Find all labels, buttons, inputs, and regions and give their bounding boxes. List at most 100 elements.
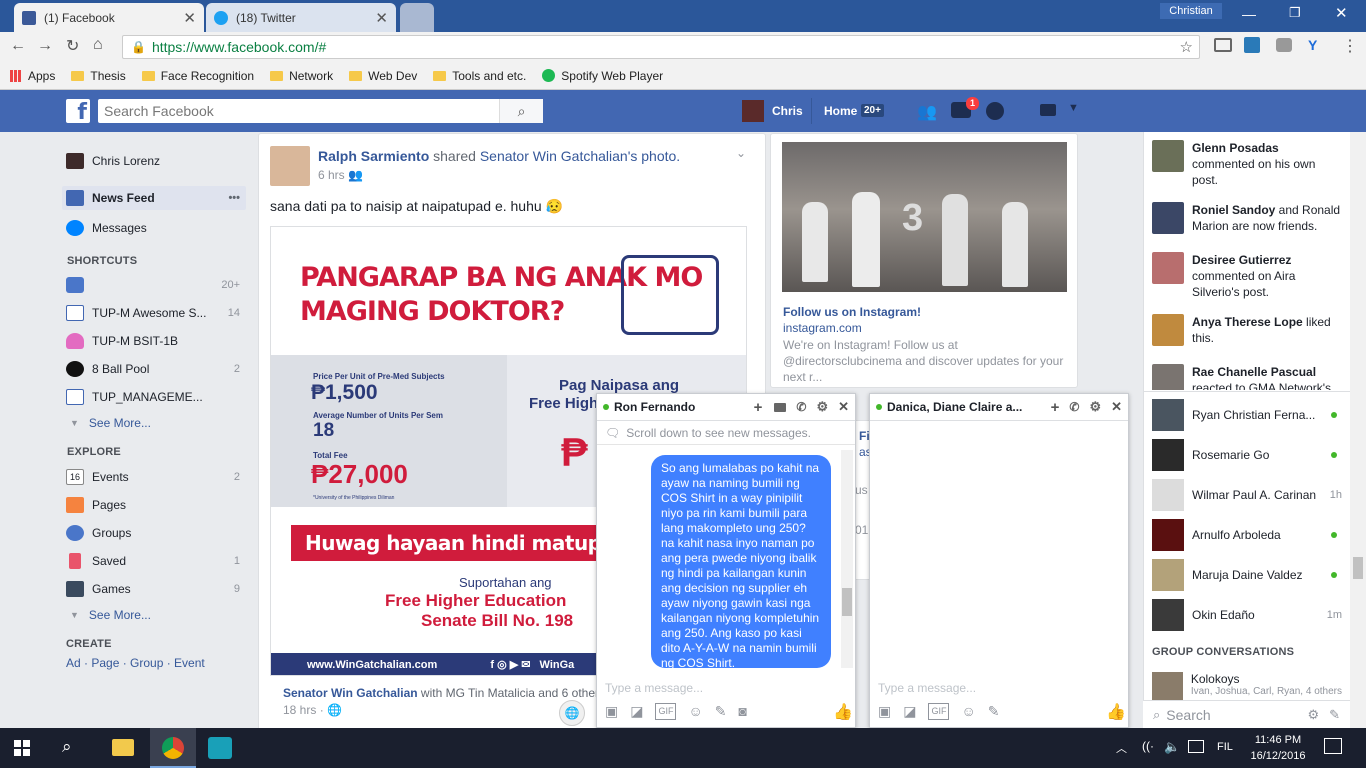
chat-message-input[interactable]: Type a message... — [605, 681, 703, 695]
page-scrollbar-thumb[interactable] — [1353, 557, 1363, 579]
address-bar[interactable]: 🔒 https://www.facebook.com/# ☆ — [122, 35, 1200, 59]
chat-title[interactable]: Ron Fernando — [614, 400, 695, 414]
instagram-ad-image[interactable]: 3 — [782, 142, 1067, 292]
sticker-icon[interactable]: ◪ — [903, 703, 916, 720]
gif-icon[interactable]: GIF — [928, 703, 950, 720]
forward-icon[interactable]: → — [37, 37, 53, 55]
profile-badge[interactable]: Christian — [1160, 3, 1222, 19]
back-icon[interactable]: ← — [10, 37, 26, 55]
search-icon[interactable]: ⌕ — [499, 99, 543, 123]
post-author[interactable]: Ralph Sarmiento — [318, 148, 429, 164]
search-input[interactable]: Search Facebook ⌕ — [98, 99, 543, 123]
account-menu-icon[interactable]: ▼ — [1068, 102, 1079, 114]
bookmark-tools[interactable]: Tools and etc. — [433, 69, 526, 83]
bookmark-thesis[interactable]: Thesis — [71, 69, 126, 83]
ticker-item[interactable]: Anya Therese Lope liked this. — [1152, 314, 1342, 346]
close-window-icon[interactable]: ✕ — [1335, 4, 1348, 22]
bookmark-network[interactable]: Network — [270, 69, 333, 83]
phone-icon[interactable]: ✆ — [796, 400, 806, 414]
header-user-name[interactable]: Chris — [772, 104, 803, 118]
post-source-suffix[interactable]: 's photo. — [628, 148, 681, 164]
sidebar-item-events[interactable]: 16 Events 2 — [66, 468, 240, 486]
bookmark-apps[interactable]: Apps — [10, 69, 55, 83]
close-icon[interactable]: ✕ — [838, 399, 849, 415]
thumbs-up-icon[interactable]: 👍 — [1106, 702, 1126, 722]
close-icon[interactable]: ✕ — [1111, 399, 1122, 415]
emoji-icon[interactable]: ☺ — [688, 703, 702, 720]
chat-title[interactable]: Danica, Diane Claire a... — [887, 400, 1022, 414]
gear-icon[interactable]: ⚙ — [816, 399, 828, 415]
close-tab-icon[interactable]: ✕ — [183, 9, 196, 27]
notifications-globe-icon[interactable] — [986, 102, 1004, 120]
avatar[interactable] — [742, 100, 764, 122]
ticker-item[interactable]: Roniel Sandoy and Ronald Marion are now … — [1152, 202, 1342, 234]
ticker-item[interactable]: Desiree Gutierrez commented on Aira Silv… — [1152, 252, 1342, 300]
contact-item[interactable]: Ryan Christian Ferna... — [1152, 399, 1342, 431]
sidebar-item-messages[interactable]: Messages — [66, 218, 246, 238]
compose-icon[interactable]: ✎ — [1329, 707, 1340, 723]
thumbs-up-icon[interactable]: 👍 — [833, 702, 853, 722]
gear-icon[interactable]: ⚙ — [1089, 399, 1101, 415]
shortcut-item[interactable]: 20+ — [66, 276, 240, 294]
home-link[interactable]: Home — [824, 104, 857, 118]
photo-icon[interactable]: ▣ — [605, 703, 618, 720]
new-tab-button[interactable] — [400, 3, 434, 32]
contact-item[interactable]: Rosemarie Go — [1152, 439, 1342, 471]
gif-icon[interactable]: GIF — [655, 703, 677, 720]
shortcut-item[interactable]: 8 Ball Pool 2 — [66, 360, 240, 378]
chat-scrollbar-thumb[interactable] — [842, 588, 852, 616]
bookmark-web-dev[interactable]: Web Dev — [349, 69, 417, 83]
menu-icon[interactable]: ⋮ — [1342, 36, 1358, 56]
chevron-up-icon[interactable]: ︿ — [1116, 740, 1127, 756]
minimize-icon[interactable]: — — [1242, 6, 1256, 22]
sidebar-item-games[interactable]: Games 9 — [66, 580, 240, 598]
ticker-item[interactable]: Rae Chanelle Pascual reacted to GMA Netw… — [1152, 364, 1342, 390]
add-person-icon[interactable]: + — [1051, 399, 1060, 416]
add-person-icon[interactable]: + — [754, 399, 763, 416]
scroll-hint[interactable]: 🗨 Scroll down to see new messages. — [597, 421, 855, 445]
post-source[interactable]: Senator Win Gatchalian — [480, 148, 628, 164]
network-icon[interactable] — [1188, 740, 1204, 753]
privacy-shortcuts-icon[interactable] — [1040, 104, 1056, 116]
avatar[interactable] — [270, 146, 310, 186]
facebook-logo-icon[interactable]: f — [66, 99, 90, 125]
tab-facebook[interactable]: (1) Facebook ✕ — [14, 3, 204, 32]
sticker-icon[interactable]: ◪ — [630, 703, 643, 720]
see-more-explore[interactable]: ▼ See More... — [70, 606, 240, 624]
clock[interactable]: 11:46 PM 16/12/2016 — [1250, 732, 1306, 764]
video-call-icon[interactable] — [774, 402, 787, 412]
close-tab-icon[interactable]: ✕ — [375, 9, 388, 27]
page-scrollbar[interactable] — [1350, 132, 1366, 728]
ad-domain[interactable]: instagram.com — [783, 321, 862, 335]
wifi-icon[interactable]: ((· — [1142, 739, 1154, 753]
create-links[interactable]: Ad · Page · Group · Event — [66, 656, 205, 670]
photo-icon[interactable]: ▣ — [878, 703, 891, 720]
shortcut-item[interactable]: TUP-M Awesome S... 14 — [66, 304, 240, 322]
action-center-icon[interactable] — [1324, 738, 1342, 754]
extension-icon[interactable] — [1276, 38, 1292, 52]
friend-requests-icon[interactable]: 👥 — [917, 102, 937, 122]
shared-time[interactable]: 18 hrs · 🌐 — [283, 703, 342, 717]
tab-twitter[interactable]: (18) Twitter ✕ — [206, 3, 396, 32]
extension-icon[interactable] — [1244, 37, 1260, 53]
phone-icon[interactable]: ✆ — [1069, 400, 1079, 414]
search-icon[interactable]: ⌕ — [62, 737, 72, 757]
gear-icon[interactable]: ⚙ — [1307, 707, 1319, 723]
contact-item[interactable]: Okin Edaño 1m — [1152, 599, 1342, 631]
profile-link[interactable]: Chris Lorenz — [66, 151, 246, 171]
ad-title[interactable]: Follow us on Instagram! — [783, 305, 921, 319]
sidebar-item-saved[interactable]: Saved 1 — [66, 552, 240, 570]
bookmark-star-icon[interactable]: ☆ — [1180, 38, 1193, 56]
globe-button[interactable]: 🌐 — [559, 700, 585, 726]
extension-icon[interactable]: Y — [1308, 37, 1317, 53]
post-options-icon[interactable]: ⌄ — [736, 146, 746, 160]
sidebar-item-news-feed[interactable]: News Feed ••• — [62, 186, 246, 210]
attachment-icon[interactable]: ✎ — [988, 703, 1000, 720]
attachment-icon[interactable]: ✎ — [715, 703, 727, 720]
file-explorer-icon[interactable] — [112, 739, 134, 756]
message-bubble[interactable]: So ang lumalabas po kahit na ayaw na nam… — [651, 455, 831, 668]
contact-item[interactable]: Arnulfo Arboleda — [1152, 519, 1342, 551]
shared-author[interactable]: Senator Win Gatchalian — [283, 686, 418, 700]
shortcut-item[interactable]: TUP_MANAGEME... — [66, 388, 240, 406]
maximize-icon[interactable]: ❐ — [1289, 5, 1301, 21]
